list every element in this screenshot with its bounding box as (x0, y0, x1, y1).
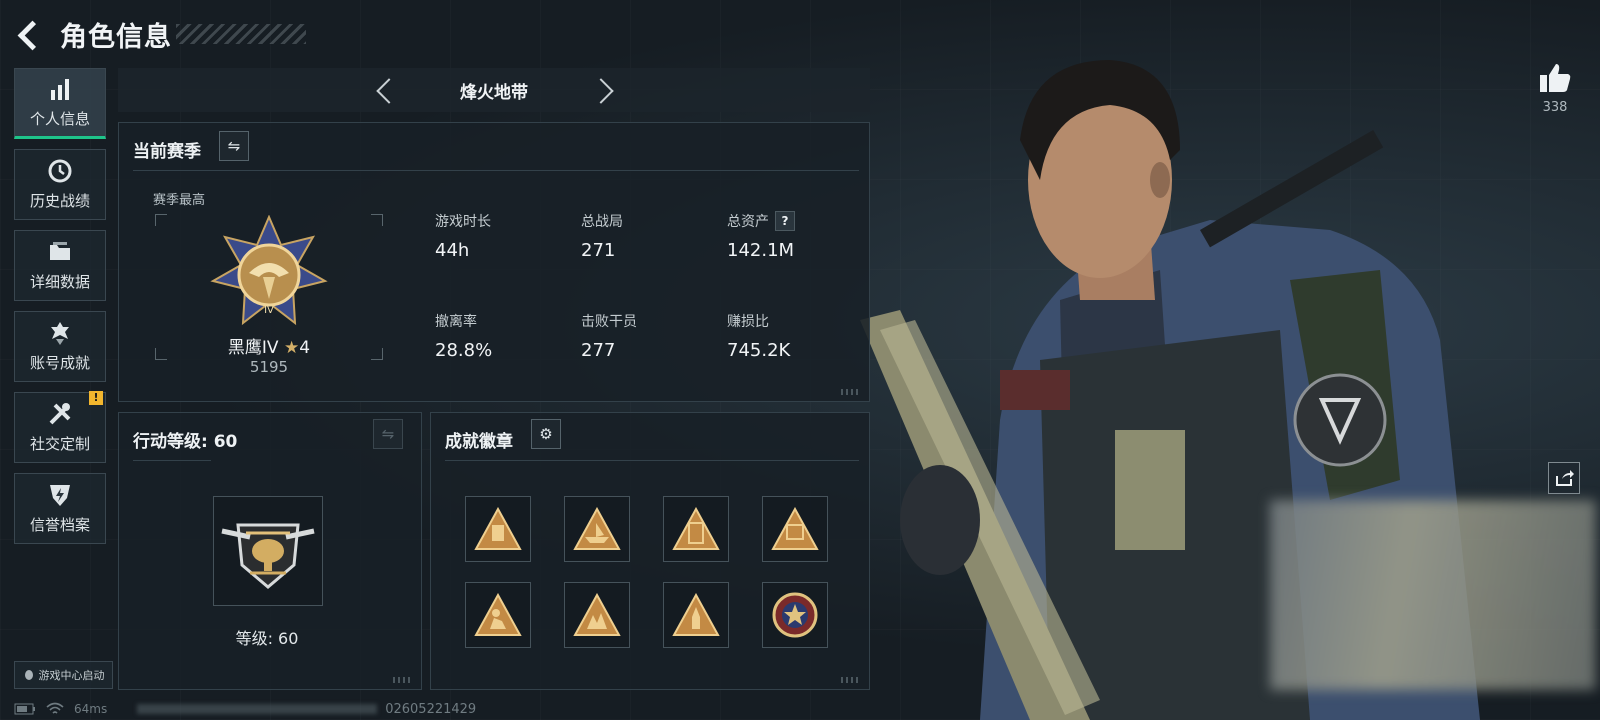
next-mode-chevron-icon[interactable] (584, 70, 624, 110)
stat-total-assets: 总资产? 142.1M (727, 211, 795, 261)
player-uid: 02605221429 (385, 701, 477, 717)
sidebar-item-label: 信誉档案 (29, 516, 90, 534)
badge-grid (465, 496, 829, 648)
rank-title: 黑鹰IV (227, 338, 279, 358)
supply-badge-icon (474, 507, 522, 550)
sidebar-item-label: 账号成就 (29, 354, 90, 372)
status-bar: 64ms 02605221429 (14, 700, 476, 718)
title-decoration (176, 24, 306, 44)
boat-badge-icon (573, 507, 621, 550)
back-arrow-icon[interactable] (14, 19, 44, 49)
achievement-icon (51, 322, 69, 345)
folder-icon (50, 242, 70, 260)
blurred-name (137, 704, 378, 714)
tools-icon (49, 403, 71, 425)
blurred-region (1270, 500, 1596, 690)
level-badge-frame (213, 496, 323, 606)
sidebar-item-history[interactable]: 历史战绩 (14, 149, 106, 220)
sidebar-item-achievements[interactable]: 账号成就 (14, 311, 106, 382)
badge-settings-gear-button[interactable]: ⚙ (531, 419, 561, 449)
season-switch-button[interactable]: ⇋ (219, 131, 249, 161)
penguin-icon (24, 670, 33, 680)
help-icon[interactable]: ? (775, 211, 795, 231)
badge-item[interactable] (663, 582, 729, 648)
action-level-panel: 行动等级: 60 ⇋ 等级: 60 (118, 412, 422, 690)
sidebar-item-personal-info[interactable]: 个人信息 (14, 68, 106, 139)
achievement-badges-panel: 成就徽章 ⚙ (430, 412, 870, 690)
current-season-panel: 当前赛季 ⇋ 赛季最高 IV 黑鹰IV ★4 5195 游戏时长 44h 总战局… (118, 122, 870, 402)
season-title: 当前赛季 (133, 142, 201, 162)
sidebar: 个人信息 历史战绩 详细数据 账号成就 ! 社交定制 信誉档案 (14, 68, 106, 554)
badge-item[interactable] (564, 496, 630, 562)
badge-item[interactable] (465, 496, 531, 562)
badge-item[interactable] (663, 496, 729, 562)
mode-title: 烽火地带 (460, 82, 528, 103)
sidebar-item-credit-file[interactable]: 信誉档案 (14, 473, 106, 544)
wifi-icon (46, 702, 64, 714)
stat-extraction-rate: 撤离率 28.8% (435, 314, 493, 361)
season-best-label: 赛季最高 (153, 193, 206, 208)
warning-badge: ! (89, 391, 103, 405)
sidebar-item-label: 个人信息 (29, 110, 90, 128)
rank-name: 黑鹰IV ★4 (119, 333, 419, 358)
share-button[interactable] (1548, 462, 1580, 494)
action-level-title: 行动等级: 60 (133, 432, 238, 452)
like-count: 338 (1542, 100, 1568, 115)
game-center-button[interactable]: 游戏中心启动 (14, 661, 113, 689)
bar-chart-icon (51, 79, 69, 100)
sidebar-item-label: 详细数据 (29, 273, 90, 291)
corner-decoration (841, 389, 861, 395)
shield-bolt-icon (50, 485, 70, 506)
badge-item[interactable] (564, 582, 630, 648)
level-switch-button[interactable]: ⇋ (373, 419, 403, 449)
sidebar-item-label: 历史战绩 (29, 192, 90, 210)
stat-play-time: 游戏时长 44h (435, 214, 491, 261)
sidebar-item-social-custom[interactable]: ! 社交定制 (14, 391, 106, 463)
mode-selector: 烽火地带 (118, 68, 870, 112)
badge-item[interactable] (465, 582, 531, 648)
star-emblem-badge-icon (772, 592, 818, 638)
stat-profit-loss-ratio: 赚损比 745.2K (727, 314, 791, 361)
rank-star-icon: ★ (283, 338, 300, 358)
rank-star-count: 4 (299, 338, 311, 358)
marker-badge-icon (771, 507, 819, 550)
prev-mode-chevron-icon[interactable] (364, 70, 404, 110)
share-icon (1556, 470, 1574, 486)
achievements-title: 成就徽章 (445, 432, 513, 452)
stat-operators-defeated: 击败干员 277 (581, 314, 637, 361)
corner-decoration (393, 677, 413, 683)
rocket-badge-icon (672, 593, 720, 636)
soldier-badge-icon (474, 593, 522, 636)
document-badge-icon (672, 507, 720, 550)
game-center-label: 游戏中心启动 (38, 669, 105, 682)
history-icon (48, 159, 72, 183)
page-title: 角色信息 (60, 21, 172, 53)
stat-total-matches: 总战局 271 (581, 214, 623, 261)
svg-text:IV: IV (264, 305, 274, 316)
helicopter-level-badge-icon (221, 523, 315, 589)
rank-score: 5195 (249, 358, 289, 376)
corner-decoration (841, 677, 861, 683)
battery-icon (14, 703, 35, 715)
sidebar-item-label: 社交定制 (29, 435, 90, 453)
divider (133, 460, 211, 461)
divider (133, 170, 859, 171)
thumbs-up-icon (1540, 64, 1571, 92)
level-text: 等级: 60 (235, 629, 299, 648)
badge-item[interactable] (762, 496, 828, 562)
like-button[interactable]: 338 (1530, 62, 1580, 115)
badge-item[interactable] (762, 582, 828, 648)
divider (445, 460, 859, 461)
sidebar-item-detailed-data[interactable]: 详细数据 (14, 230, 106, 301)
black-hawk-rank-medal-icon: IV (210, 215, 328, 326)
squad-badge-icon (573, 593, 621, 636)
ping-value: 64ms (74, 702, 108, 716)
header: 角色信息 (14, 14, 306, 54)
